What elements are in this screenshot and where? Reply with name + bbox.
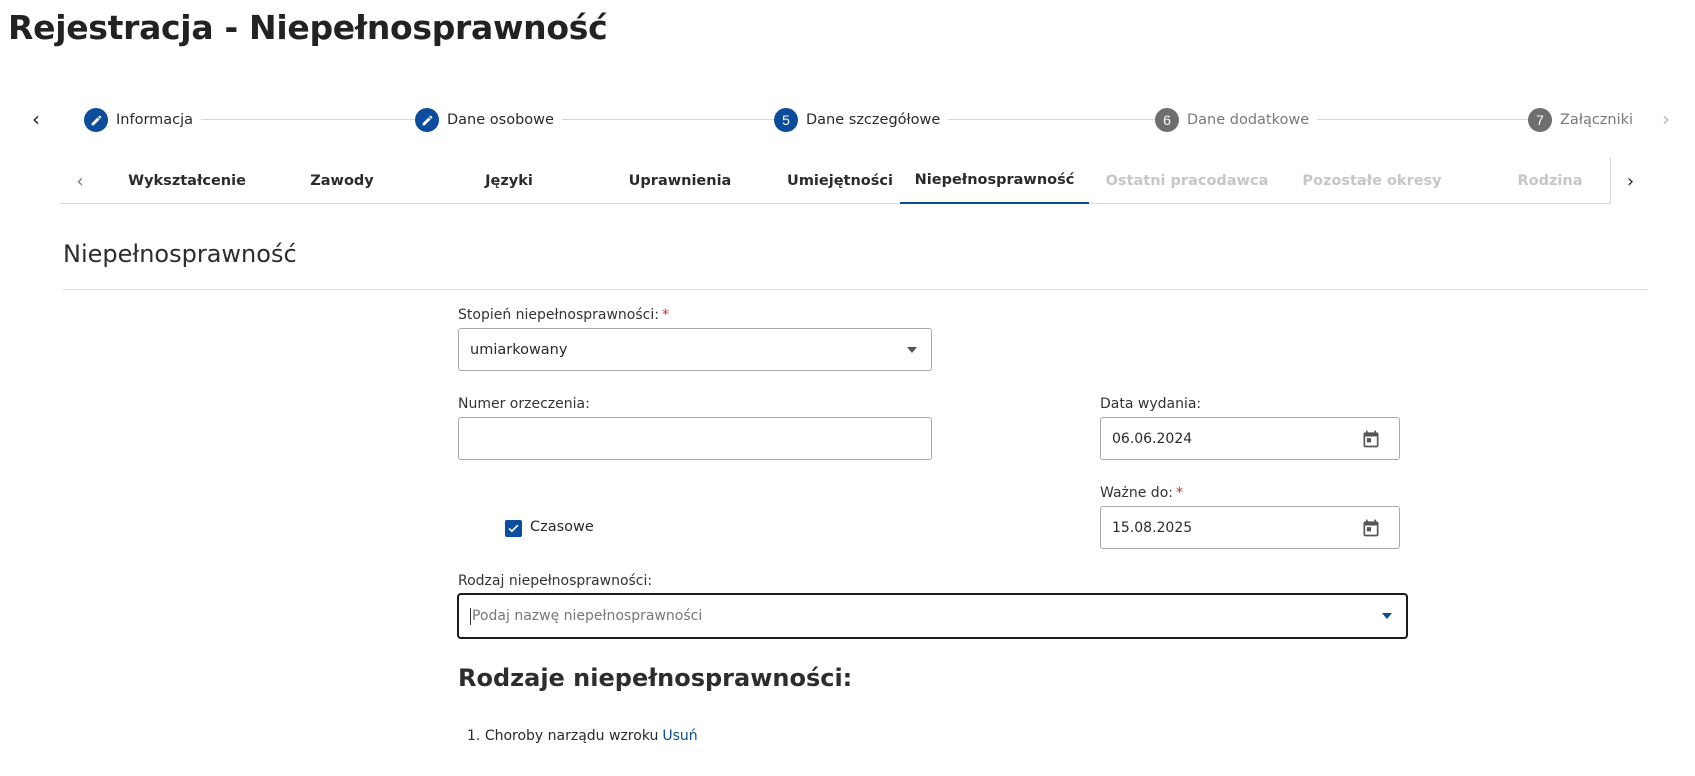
- temporary-checkbox[interactable]: [505, 520, 522, 537]
- step-number: 5: [774, 108, 798, 132]
- tab-ostatni-pracodawca: Ostatni pracodawca: [1105, 173, 1269, 189]
- pencil-icon: [84, 108, 108, 132]
- section-title: Niepełnosprawność: [63, 240, 297, 268]
- step-label: Dane dodatkowe: [1187, 112, 1310, 128]
- degree-label: Stopień niepełnosprawności: *: [458, 307, 669, 323]
- pencil-icon: [415, 108, 439, 132]
- decision-number-label: Numer orzeczenia:: [458, 396, 590, 412]
- step-zalaczniki[interactable]: 7 Załączniki: [1528, 107, 1642, 133]
- degree-value: umiarkowany: [470, 341, 568, 358]
- stepper-next-icon[interactable]: ›: [1662, 109, 1670, 129]
- step-label: Dane osobowe: [447, 112, 554, 128]
- valid-until-value: 15.08.2025: [1112, 519, 1193, 536]
- chevron-left-icon[interactable]: ‹: [60, 158, 100, 204]
- tab-rodzina: Rodzina: [1517, 173, 1583, 189]
- chevron-down-icon: [907, 346, 917, 353]
- disability-type-placeholder: Podaj nazwę niepełnosprawności: [472, 608, 703, 624]
- chevron-down-icon[interactable]: [1382, 613, 1392, 619]
- tab-pozostale-okresy: Pozostałe okresy: [1302, 173, 1442, 189]
- issue-date-input[interactable]: 06.06.2024: [1100, 417, 1400, 460]
- issue-date-label: Data wydania:: [1100, 396, 1202, 412]
- disability-type-label: Rodzaj niepełnosprawności:: [458, 573, 653, 589]
- required-marker: *: [661, 307, 669, 323]
- calendar-icon[interactable]: [1361, 518, 1381, 538]
- stepper-prev-icon[interactable]: ‹: [32, 109, 40, 129]
- remove-link[interactable]: Usuń: [662, 728, 697, 744]
- step-label: Informacja: [116, 112, 194, 128]
- section-divider: [63, 289, 1647, 290]
- step-dane-dodatkowe[interactable]: 6 Dane dodatkowe: [1155, 107, 1318, 133]
- degree-select[interactable]: umiarkowany: [458, 328, 932, 371]
- step-label: Załączniki: [1560, 112, 1634, 128]
- tab-zawody[interactable]: Zawody: [282, 158, 402, 204]
- step-label: Dane szczegółowe: [806, 112, 941, 128]
- step-number: 6: [1155, 108, 1179, 132]
- tab-wyksztalcenie[interactable]: Wykształcenie: [112, 158, 262, 204]
- tab-jezyki[interactable]: Języki: [444, 158, 574, 204]
- step-dane-szczegolowe[interactable]: 5 Dane szczegółowe: [774, 107, 949, 133]
- registration-stepper: ‹ Informacja Dane osobowe 5 Dane szczegó…: [0, 100, 1695, 140]
- issue-date-value: 06.06.2024: [1112, 430, 1193, 447]
- calendar-icon[interactable]: [1361, 429, 1381, 449]
- valid-until-input[interactable]: 15.08.2025: [1100, 506, 1400, 549]
- required-marker: *: [1175, 485, 1183, 501]
- tab-umiejetnosci[interactable]: Umiejętności: [760, 158, 920, 204]
- disability-types-title: Rodzaje niepełnosprawności:: [458, 664, 853, 692]
- valid-until-label: Ważne do: *: [1100, 485, 1183, 501]
- list-item-number: 1.: [467, 728, 481, 744]
- list-item-name: Choroby narządu wzroku: [484, 728, 659, 744]
- step-dane-osobowe[interactable]: Dane osobowe: [415, 107, 562, 133]
- text-cursor: [470, 607, 471, 625]
- disability-type-input[interactable]: Podaj nazwę niepełnosprawności: [457, 593, 1408, 639]
- list-item: 1. Choroby narządu wzroku Usuń: [467, 728, 698, 744]
- checkmark-icon: [508, 524, 519, 533]
- tab-uprawnienia[interactable]: Uprawnienia: [600, 158, 760, 204]
- page-title: Rejestracja - Niepełnosprawność: [8, 8, 608, 47]
- section-tabs: ‹ Wykształcenie Zawody Języki Uprawnieni…: [60, 158, 1650, 204]
- step-number: 7: [1528, 108, 1552, 132]
- tab-niepelnosprawnosc[interactable]: Niepełnosprawność: [900, 158, 1089, 204]
- chevron-right-icon[interactable]: ›: [1610, 158, 1650, 204]
- decision-number-input[interactable]: [458, 417, 932, 460]
- step-informacja[interactable]: Informacja: [84, 107, 202, 133]
- temporary-checkbox-label[interactable]: Czasowe: [530, 519, 594, 535]
